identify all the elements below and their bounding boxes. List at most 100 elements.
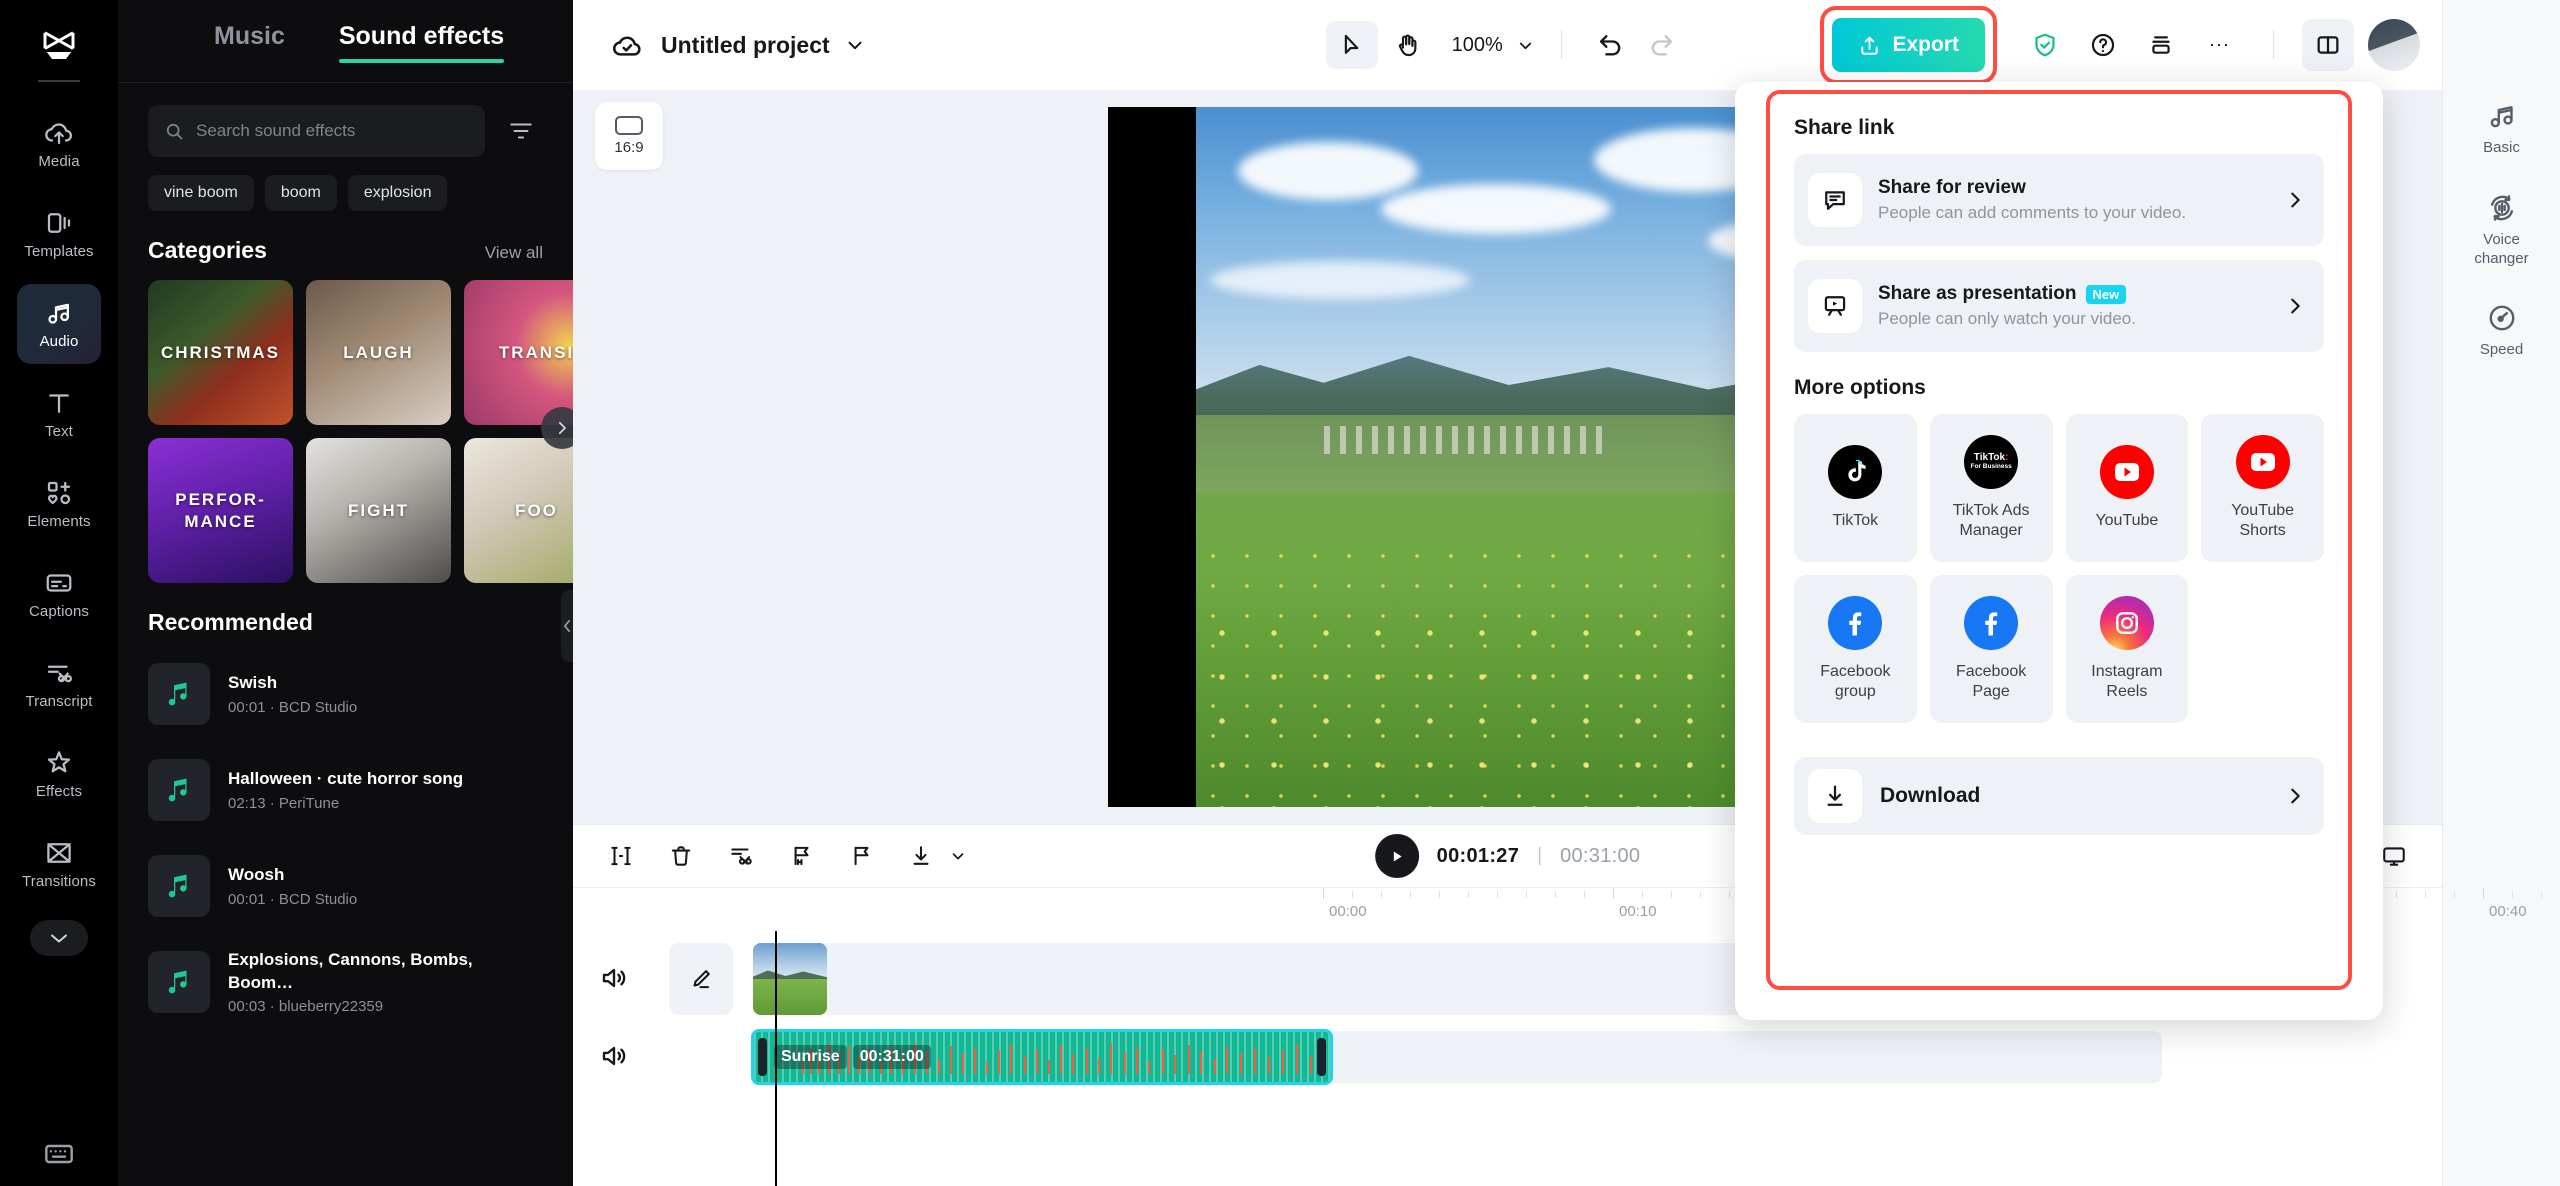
sidebar-keyboard-shortcuts[interactable] [0, 1138, 118, 1170]
audio-track-mute-icon[interactable] [599, 1041, 629, 1071]
auto-cut-button[interactable] [719, 834, 763, 878]
capcut-logo-icon[interactable] [36, 22, 82, 68]
sidebar-item-audio[interactable]: Audio [17, 284, 101, 364]
list-item[interactable]: Explosions, Cannons, Bombs, Boom… 00:03 … [148, 934, 553, 1030]
sidebar-item-transcript[interactable]: Transcript [17, 644, 101, 724]
ruler-label: 00:00 [1329, 903, 1367, 920]
categories-view-all-link[interactable]: View all [485, 243, 543, 263]
categories-header: Categories View all [118, 211, 573, 264]
share-tile-label: YouTube Shorts [2231, 501, 2295, 539]
tab-sound-effects[interactable]: Sound effects [338, 22, 505, 63]
share-tile-tiktok[interactable]: TikTok [1794, 414, 1917, 562]
share-tile-youtube[interactable]: YouTube [2065, 414, 2189, 562]
video-clip[interactable] [753, 943, 827, 1015]
share-as-presentation-row[interactable]: Share as presentation New People can onl… [1794, 260, 2324, 352]
download-label: Download [1880, 784, 1981, 807]
share-tile-youtube-shorts[interactable]: YouTube Shorts [2201, 414, 2324, 562]
split-button[interactable] [599, 834, 643, 878]
category-card-transition[interactable]: TRANSI [464, 280, 573, 425]
hand-icon[interactable] [1382, 21, 1434, 69]
right-rail-label-speed: Speed [2479, 341, 2524, 359]
share-tile-instagram-reels[interactable]: Instagram Reels [2065, 575, 2189, 723]
ai-marker-button[interactable] [779, 834, 823, 878]
category-label: CHRISTMAS [160, 342, 281, 362]
right-rail-item-basic[interactable]: Basic [2456, 100, 2548, 158]
cursor-arrow-icon[interactable] [1325, 21, 1378, 69]
playhead[interactable] [775, 931, 777, 1186]
sidebar-more-button[interactable] [30, 920, 88, 956]
aspect-ratio-icon [615, 116, 643, 135]
avatar[interactable] [2368, 19, 2420, 71]
sidebar-item-text[interactable]: Text [17, 374, 101, 454]
ellipsis-icon[interactable] [2193, 19, 2245, 71]
category-card-christmas[interactable]: CHRISTMAS [148, 280, 293, 425]
export-button[interactable]: Export [1832, 18, 1985, 72]
sidebar-label-captions: Captions [28, 603, 89, 620]
list-item[interactable]: Swish 00:01 · BCD Studio [148, 646, 553, 742]
sidebar-item-elements[interactable]: Elements [17, 464, 101, 544]
category-card-food[interactable]: FOO [464, 438, 573, 583]
delete-button[interactable] [659, 834, 703, 878]
panel-collapse-handle[interactable] [561, 590, 573, 662]
shield-check-icon[interactable] [2019, 19, 2071, 71]
right-rail-item-voice-changer[interactable]: Voice changer [2456, 192, 2548, 269]
music-note-icon [2486, 100, 2518, 132]
aspect-ratio-label: 16:9 [614, 139, 644, 156]
transitions-icon [44, 838, 74, 868]
audio-clip[interactable]: Sunrise 00:31:00 [751, 1029, 1333, 1085]
total-duration: 00:31:00 [1560, 844, 1641, 867]
clip-trim-handle-left[interactable] [758, 1038, 767, 1076]
sidebar-item-transitions[interactable]: Transitions [17, 824, 101, 904]
chip-vine-boom[interactable]: vine boom [148, 175, 254, 211]
text-t-icon [44, 388, 74, 418]
category-card-fight[interactable]: FIGHT [306, 438, 451, 583]
chip-boom[interactable]: boom [264, 175, 337, 211]
search-input-wrapper[interactable] [148, 105, 485, 157]
category-card-performance[interactable]: PERFOR- MANCE [148, 438, 293, 583]
filter-icon[interactable] [499, 109, 543, 153]
share-for-review-row[interactable]: Share for review People can add comments… [1794, 154, 2324, 246]
undo-icon[interactable] [1588, 22, 1634, 68]
search-suggestion-chips: vine boom boom explosion [118, 157, 573, 211]
play-icon [1393, 851, 1402, 861]
captions-icon [44, 568, 74, 598]
sidebar-item-media[interactable]: Media [17, 104, 101, 184]
sidebar-item-effects[interactable]: Effects [17, 734, 101, 814]
sidebar-item-templates[interactable]: Templates [17, 194, 101, 274]
aspect-ratio-badge[interactable]: 16:9 [595, 102, 663, 170]
share-tile-facebook-page[interactable]: Facebook Page [1929, 575, 2053, 723]
youtube-shorts-icon [2235, 434, 2290, 489]
play-button[interactable] [1374, 834, 1419, 878]
stack-icon[interactable] [2135, 19, 2187, 71]
share-tile-facebook-group[interactable]: Facebook group [1794, 575, 1917, 723]
tab-music[interactable]: Music [214, 22, 285, 63]
cloud-upload-icon [44, 118, 74, 148]
right-rail-item-speed[interactable]: Speed [2456, 302, 2548, 360]
share-tile-label: TikTok [1832, 511, 1879, 529]
split-panel-icon[interactable] [2302, 19, 2354, 71]
chevron-down-icon[interactable] [949, 847, 967, 865]
chevron-down-icon[interactable] [844, 34, 866, 56]
list-item[interactable]: Halloween · cute horror song 02:13 · Per… [148, 742, 553, 838]
download-row[interactable]: Download [1794, 757, 2324, 835]
list-item[interactable]: Woosh 00:01 · BCD Studio [148, 838, 553, 934]
category-label: LAUGH [343, 342, 414, 362]
list-item-meta: Halloween · cute horror song 02:13 · Per… [228, 768, 463, 811]
redo-icon[interactable] [1638, 22, 1684, 68]
question-circle-icon[interactable] [2077, 19, 2129, 71]
transcript-scissors-icon [44, 658, 74, 688]
sidebar-label-elements: Elements [27, 513, 91, 530]
sidebar-item-captions[interactable]: Captions [17, 554, 101, 634]
elements-shapes-icon [44, 478, 74, 508]
chip-explosion[interactable]: explosion [347, 175, 448, 211]
clip-trim-handle-right[interactable] [1317, 1038, 1326, 1076]
download-button[interactable] [899, 834, 943, 878]
search-input[interactable] [196, 121, 469, 141]
chevron-down-icon[interactable] [1516, 36, 1535, 55]
video-track-mute-icon[interactable] [599, 963, 629, 993]
marker-button[interactable] [839, 834, 883, 878]
category-card-laugh[interactable]: LAUGH [306, 280, 451, 425]
edit-cover-button[interactable] [669, 943, 733, 1015]
share-tile-tiktok-ads-manager[interactable]: TikTok: For Business TikTok Ads Manager [1929, 414, 2053, 562]
share-upload-icon [1861, 36, 1879, 55]
